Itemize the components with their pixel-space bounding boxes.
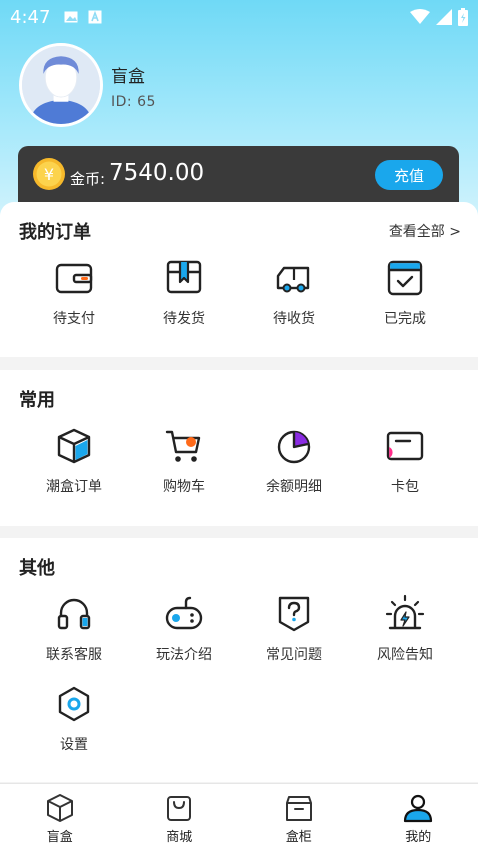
username: 盲盒 bbox=[111, 67, 145, 87]
tab-label: 盲盒 bbox=[46, 830, 73, 845]
other-item-label: 风险告知 bbox=[377, 647, 433, 663]
other-title: 其他 bbox=[19, 558, 55, 579]
status-bar: 4:47 bbox=[0, 0, 478, 34]
recharge-button[interactable]: 充值 bbox=[375, 160, 443, 190]
orders-title: 我的订单 bbox=[19, 222, 91, 243]
user-avatar-icon bbox=[22, 46, 100, 124]
cube-tab-icon bbox=[46, 794, 73, 822]
common-item-cart[interactable]: 购物车 bbox=[129, 426, 239, 496]
gamepad-icon bbox=[165, 596, 203, 630]
cube-icon bbox=[57, 428, 91, 464]
common-item-balance-detail[interactable]: 余额明细 bbox=[239, 426, 349, 496]
help-icon bbox=[278, 596, 310, 632]
status-time: 4:47 bbox=[10, 6, 51, 28]
bag-tab-icon bbox=[167, 796, 192, 821]
order-item-pending-shipment[interactable]: 待发货 bbox=[129, 258, 239, 328]
headset-icon bbox=[57, 598, 91, 630]
order-item-pending-payment[interactable]: 待支付 bbox=[19, 258, 129, 328]
avatar[interactable] bbox=[19, 43, 103, 127]
common-item-label: 购物车 bbox=[163, 479, 205, 495]
tab-mall[interactable]: 商城 bbox=[120, 784, 240, 850]
cabinet-tab-icon bbox=[285, 796, 312, 821]
other-item-risk-notice[interactable]: 风险告知 bbox=[350, 594, 460, 664]
tab-label: 盒柜 bbox=[285, 830, 312, 845]
common-item-card-wallet[interactable]: 卡包 bbox=[350, 426, 460, 496]
tab-box-cabinet[interactable]: 盒柜 bbox=[239, 784, 359, 850]
order-item-label: 已完成 bbox=[384, 311, 426, 327]
image-icon bbox=[64, 10, 78, 24]
tab-blind-box[interactable]: 盲盒 bbox=[0, 784, 120, 850]
other-item-label: 设置 bbox=[60, 737, 88, 753]
common-item-label: 余额明细 bbox=[266, 479, 322, 495]
tab-label: 商城 bbox=[166, 830, 193, 845]
orders-section: 我的订单 查看全部 > 待支付 待发货 待收货 已完成 bbox=[0, 202, 478, 357]
status-indicators bbox=[410, 8, 468, 26]
alarm-icon bbox=[385, 594, 425, 630]
tab-mine[interactable]: 我的 bbox=[359, 784, 478, 850]
battery-icon bbox=[458, 8, 468, 26]
coin-value: 7540.00 bbox=[109, 160, 205, 186]
common-item-label: 潮盒订单 bbox=[46, 479, 102, 495]
other-section: 其他 联系客服 玩法介绍 常见问题 风险告知 设置 bbox=[0, 538, 478, 782]
coin-label: 金币: bbox=[70, 170, 106, 188]
check-icon bbox=[387, 260, 423, 296]
pie-chart-icon bbox=[277, 430, 311, 464]
order-item-completed[interactable]: 已完成 bbox=[350, 258, 460, 328]
settings-icon bbox=[58, 686, 90, 722]
user-id: ID: 65 bbox=[111, 94, 156, 110]
order-item-label: 待发货 bbox=[163, 311, 205, 327]
wallet-icon bbox=[55, 263, 93, 294]
signal-icon bbox=[436, 9, 452, 25]
tab-label: 我的 bbox=[405, 830, 432, 845]
other-item-settings[interactable]: 设置 bbox=[19, 684, 129, 754]
order-item-label: 待支付 bbox=[53, 311, 95, 327]
other-item-faq[interactable]: 常见问题 bbox=[239, 594, 349, 664]
common-item-label: 卡包 bbox=[391, 479, 419, 495]
order-item-label: 待收货 bbox=[273, 311, 315, 327]
common-item-trend-box-orders[interactable]: 潮盒订单 bbox=[19, 426, 129, 496]
coin-icon: ¥ bbox=[33, 158, 65, 190]
card-icon bbox=[386, 431, 424, 461]
other-item-gameplay-intro[interactable]: 玩法介绍 bbox=[129, 594, 239, 664]
box-icon bbox=[166, 260, 202, 294]
order-item-pending-receipt[interactable]: 待收货 bbox=[239, 258, 349, 328]
wifi-icon bbox=[410, 9, 430, 24]
common-section: 常用 潮盒订单 购物车 余额明细 卡包 bbox=[0, 370, 478, 526]
user-tab-icon bbox=[404, 794, 433, 823]
common-title: 常用 bbox=[19, 390, 55, 411]
other-item-customer-service[interactable]: 联系客服 bbox=[19, 594, 129, 664]
other-item-label: 玩法介绍 bbox=[156, 647, 212, 663]
other-item-label: 联系客服 bbox=[46, 647, 102, 663]
view-all-orders-link[interactable]: 查看全部 > bbox=[389, 221, 461, 241]
other-item-label: 常见问题 bbox=[266, 647, 322, 663]
truck-icon bbox=[276, 266, 310, 293]
cart-icon bbox=[165, 430, 201, 462]
font-icon bbox=[88, 10, 102, 24]
bottom-tab-bar: 盲盒 商城 盒柜 我的 bbox=[0, 783, 478, 850]
coin-symbol: ¥ bbox=[44, 165, 54, 184]
